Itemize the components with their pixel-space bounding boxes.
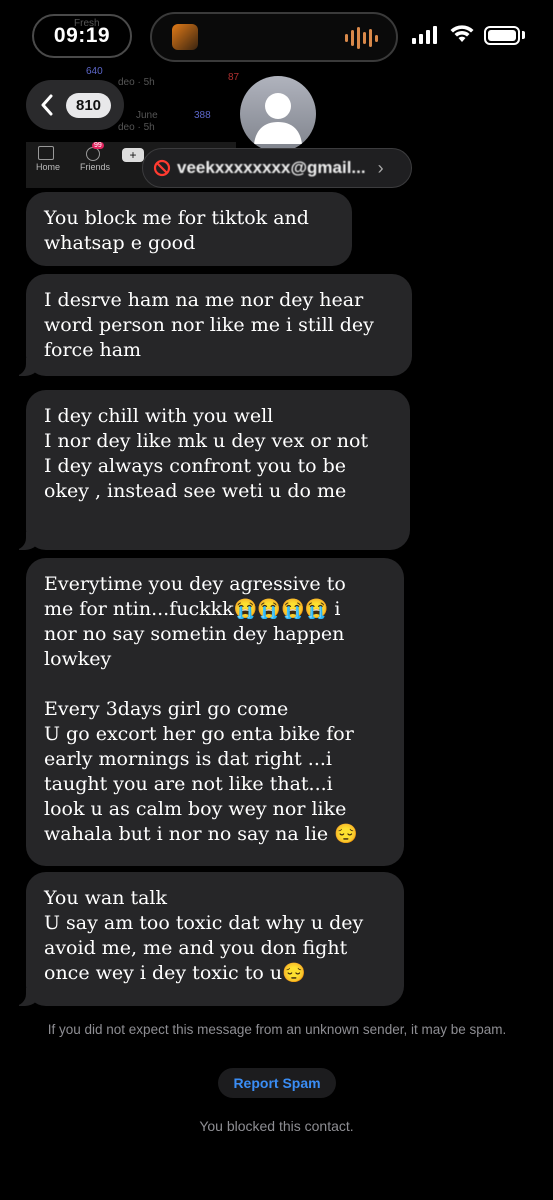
person-silhouette-icon [254, 93, 302, 144]
dynamic-island[interactable] [150, 12, 398, 62]
message-text: You wan talk U say am too toxic dat why … [44, 887, 364, 984]
bg-label-fresh: Fresh [74, 18, 100, 29]
message-text: You block me for tiktok and whatsap e go… [44, 207, 309, 254]
message-text: I dey chill with you well I nor dey like… [44, 405, 369, 502]
chevron-right-icon: › [377, 157, 384, 178]
message-text: I desrve ham na me nor dey hear word per… [44, 289, 374, 361]
bg-tab-friends: Friends [80, 162, 111, 172]
bg-label-video-2: deo · 5h [118, 122, 155, 133]
bg-badge-99: 99 [92, 142, 104, 149]
bg-badge-87: 87 [228, 72, 240, 83]
message-bubble[interactable]: I dey chill with you well I nor dey like… [12, 390, 410, 550]
bg-label-video-1: deo · 5h [118, 77, 155, 88]
contact-avatar[interactable] [240, 76, 316, 152]
now-playing-artwork-icon [172, 24, 198, 50]
wifi-icon [450, 25, 474, 42]
bg-friends-icon [86, 147, 100, 161]
battery-icon [484, 26, 520, 45]
bg-tab-home: Home [36, 162, 61, 172]
message-bubble[interactable]: You wan talk U say am too toxic dat why … [12, 872, 404, 1006]
message-bubble[interactable]: I desrve ham na me nor dey hear word per… [12, 274, 412, 376]
chevron-left-icon [41, 94, 53, 116]
bg-create-icon: + [122, 148, 144, 162]
spam-notice: If you did not expect this message from … [47, 1022, 507, 1037]
bg-count-388: 388 [194, 110, 211, 121]
blocked-icon [153, 159, 171, 177]
bg-count-640: 640 [86, 66, 103, 77]
message-text: Everytime you dey agressive to me for nt… [44, 573, 358, 845]
contact-name: veekxxxxxxxx@gmail... [177, 158, 366, 177]
bg-label-june: June [136, 110, 158, 121]
contact-name-button[interactable]: veekxxxxxxxx@gmail... › [142, 148, 412, 188]
message-bubble[interactable]: Everytime you dey agressive to me for nt… [26, 558, 404, 866]
message-bubble[interactable]: You block me for tiktok and whatsap e go… [26, 192, 352, 266]
bg-home-icon [38, 146, 54, 160]
blocked-contact-notice: You blocked this contact. [199, 1118, 354, 1134]
audio-waveform-icon [345, 26, 378, 50]
unread-count-badge: 810 [66, 92, 112, 118]
cellular-signal-icon [412, 26, 437, 44]
back-button[interactable]: 810 [26, 80, 124, 130]
report-spam-button[interactable]: Report Spam [218, 1068, 336, 1098]
battery-cap [522, 31, 525, 39]
